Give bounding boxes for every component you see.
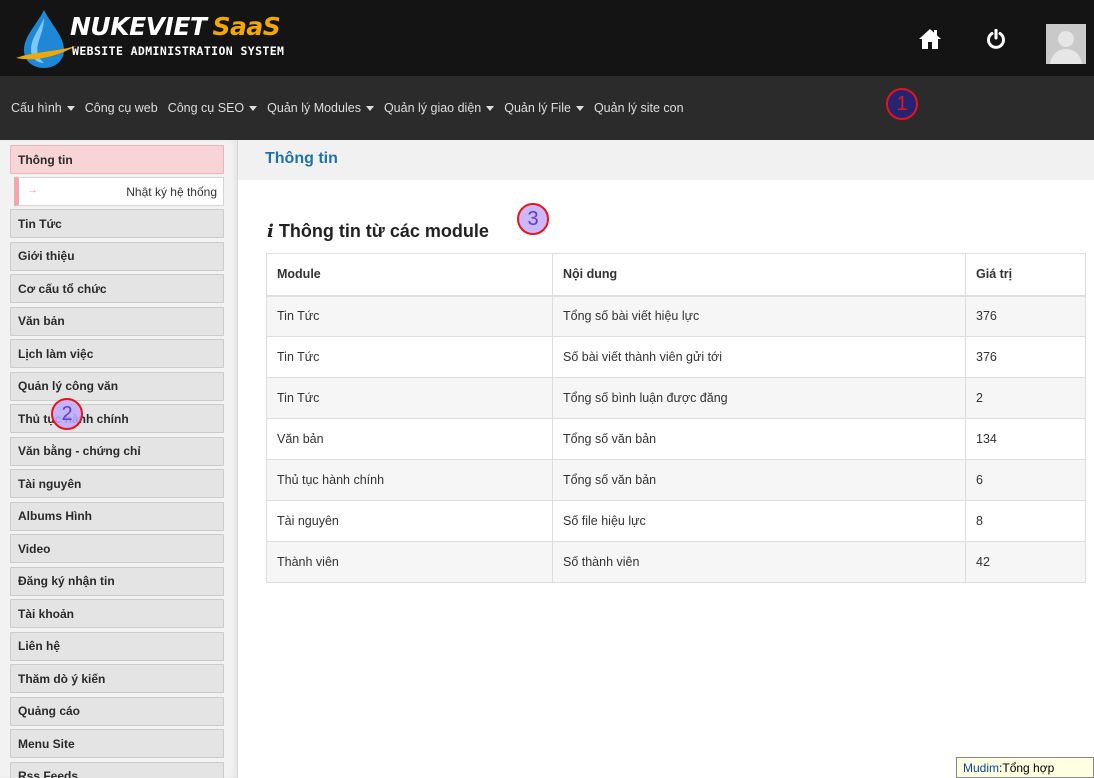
nav-item-4[interactable]: Quản lý giao diện xyxy=(379,101,499,115)
table-cell: Thủ tục hành chính xyxy=(266,459,553,501)
caret-down-icon xyxy=(486,105,495,111)
table-row: Thành viên Số thành viên 42 xyxy=(266,541,1086,583)
caret-down-icon xyxy=(66,105,75,111)
table-row: Tin Tức Số bài viết thành viên gửi tới 376 xyxy=(266,336,1086,378)
sidebar-item-5[interactable]: Quản lý công văn xyxy=(10,371,224,401)
table-header-row: Module Nội dung Giá trị xyxy=(266,253,1086,297)
app-window: NUKEVIET SaaS WEBSITE ADMINISTRATION SYST… xyxy=(0,0,1094,778)
sidebar-item-13[interactable]: Liên hệ xyxy=(10,631,224,661)
table-cell: Thành viên xyxy=(266,541,553,583)
section-title: i Thông tin từ các module xyxy=(267,221,489,242)
table-cell: Tin Tức xyxy=(266,377,553,419)
sidebar-item-0[interactable]: Tin Tức xyxy=(10,209,224,238)
mudim-status[interactable]: Mudim: Tổng hợp xyxy=(956,757,1094,778)
caret-down-icon xyxy=(575,105,584,111)
table-cell: 6 xyxy=(965,459,1086,501)
table-cell: Số thành viên xyxy=(552,541,966,583)
sidebar-item-15[interactable]: Quảng cáo xyxy=(10,696,224,726)
table-cell: Tài nguyên xyxy=(266,500,553,542)
nav-item-2[interactable]: Công cụ SEO xyxy=(163,101,262,115)
nav-item-5[interactable]: Quản lý File xyxy=(499,101,589,115)
nav-item-1[interactable]: Công cụ web xyxy=(80,101,163,115)
water-drop-logo-icon xyxy=(16,10,76,68)
sidebar-item-7[interactable]: Văn bằng - chứng chỉ xyxy=(10,436,224,466)
nav-item-0[interactable]: Cấu hình xyxy=(6,101,80,115)
table-cell: 134 xyxy=(965,418,1086,460)
table-cell: 376 xyxy=(965,295,1086,337)
top-header: NUKEVIET SaaS WEBSITE ADMINISTRATION SYST… xyxy=(0,0,1094,76)
power-icon[interactable] xyxy=(983,26,1009,52)
table-cell: Tin Tức xyxy=(266,295,553,337)
table-row: Tin Tức Tổng số bình luận được đăng 2 xyxy=(266,377,1086,419)
caret-down-icon xyxy=(249,105,258,111)
sidebar-item-6[interactable]: Thủ tục hành chính xyxy=(10,404,224,433)
sidebar-item-8[interactable]: Tài nguyên xyxy=(10,469,224,498)
nav-item-6[interactable]: Quản lý site con xyxy=(589,101,689,115)
sidebar-item-1[interactable]: Giới thiệu xyxy=(10,241,224,271)
table-cell: Tổng số văn bản xyxy=(552,418,966,460)
page-header: Thông tin xyxy=(238,140,1094,180)
table-cell: Số file hiệu lực xyxy=(552,500,966,542)
page-title: Thông tin xyxy=(265,150,338,167)
column-header-module: Module xyxy=(266,253,553,297)
table-cell: Tổng số bài viết hiệu lực xyxy=(552,295,966,337)
table-row: Thủ tục hành chính Tổng số văn bản 6 xyxy=(266,459,1086,501)
nav-items: Cấu hình Công cụ web Công cụ SEO Quản lý Mo… xyxy=(6,76,689,140)
sidebar-item-thong-tin[interactable]: Thông tin xyxy=(10,145,224,174)
sidebar-item-12[interactable]: Tài khoản xyxy=(10,599,224,628)
sidebar-item-9[interactable]: Albums Hình xyxy=(10,501,224,531)
logo[interactable]: NUKEVIET SaaS WEBSITE ADMINISTRATION SYST… xyxy=(14,8,304,70)
caret-down-icon xyxy=(365,105,374,111)
annotation-marker-2: 2 xyxy=(51,398,83,430)
column-header-value: Giá trị xyxy=(965,253,1086,297)
table-cell: 8 xyxy=(965,500,1086,542)
table-row: Văn bản Tổng số văn bản 134 xyxy=(266,418,1086,460)
module-info-table: Module Nội dung Giá trị Tin Tức Tổng số b… xyxy=(266,253,1086,583)
avatar[interactable] xyxy=(1046,24,1086,64)
table-cell: 42 xyxy=(965,541,1086,583)
main-nav: Cấu hình Công cụ web Công cụ SEO Quản lý Mo… xyxy=(0,76,1094,140)
table-cell: Văn bản xyxy=(266,418,553,460)
table-cell: Tổng số văn bản xyxy=(552,459,966,501)
sidebar-item-10[interactable]: Video xyxy=(10,534,224,563)
logo-brand-text: NUKEVIET SaaS xyxy=(70,12,281,41)
logo-subtitle: WEBSITE ADMINISTRATION SYSTEM xyxy=(72,44,285,58)
sidebar-item-17[interactable]: Rss Feeds xyxy=(10,761,224,778)
sidebar-item-16[interactable]: Menu Site xyxy=(10,729,224,758)
table-cell: Tin Tức xyxy=(266,336,553,378)
sidebar: Thông tin → Nhật ký hệ thống Tin Tức Giới… xyxy=(0,140,238,778)
table-row: Tài nguyên Số file hiệu lực 8 xyxy=(266,500,1086,542)
nav-item-3[interactable]: Quản lý Modules xyxy=(262,101,379,115)
info-icon: i xyxy=(267,221,274,242)
table-body: Tin Tức Tổng số bài viết hiệu lực 376 Tin T… xyxy=(266,295,1086,583)
table-cell: 2 xyxy=(965,377,1086,419)
sidebar-item-11[interactable]: Đăng ký nhận tin xyxy=(10,566,224,596)
arrow-right-icon: → xyxy=(27,184,38,196)
sidebar-item-2[interactable]: Cơ cấu tổ chức xyxy=(10,274,224,303)
table-cell: Số bài viết thành viên gửi tới xyxy=(552,336,966,378)
table-cell: Tổng số bình luận được đăng xyxy=(552,377,966,419)
sidebar-subitem-nhat-ky[interactable]: → Nhật ký hệ thống xyxy=(14,177,224,206)
annotation-marker-1: 1 xyxy=(886,88,918,120)
annotation-marker-3: 3 xyxy=(517,203,549,235)
sidebar-item-3[interactable]: Văn bản xyxy=(10,306,224,336)
table-cell: 376 xyxy=(965,336,1086,378)
table-row: Tin Tức Tổng số bài viết hiệu lực 376 xyxy=(266,295,1086,337)
sidebar-item-4[interactable]: Lịch làm việc xyxy=(10,339,224,368)
column-header-content: Nội dung xyxy=(552,253,966,297)
sidebar-item-14[interactable]: Thăm dò ý kiến xyxy=(10,664,224,693)
home-icon[interactable] xyxy=(917,26,943,52)
